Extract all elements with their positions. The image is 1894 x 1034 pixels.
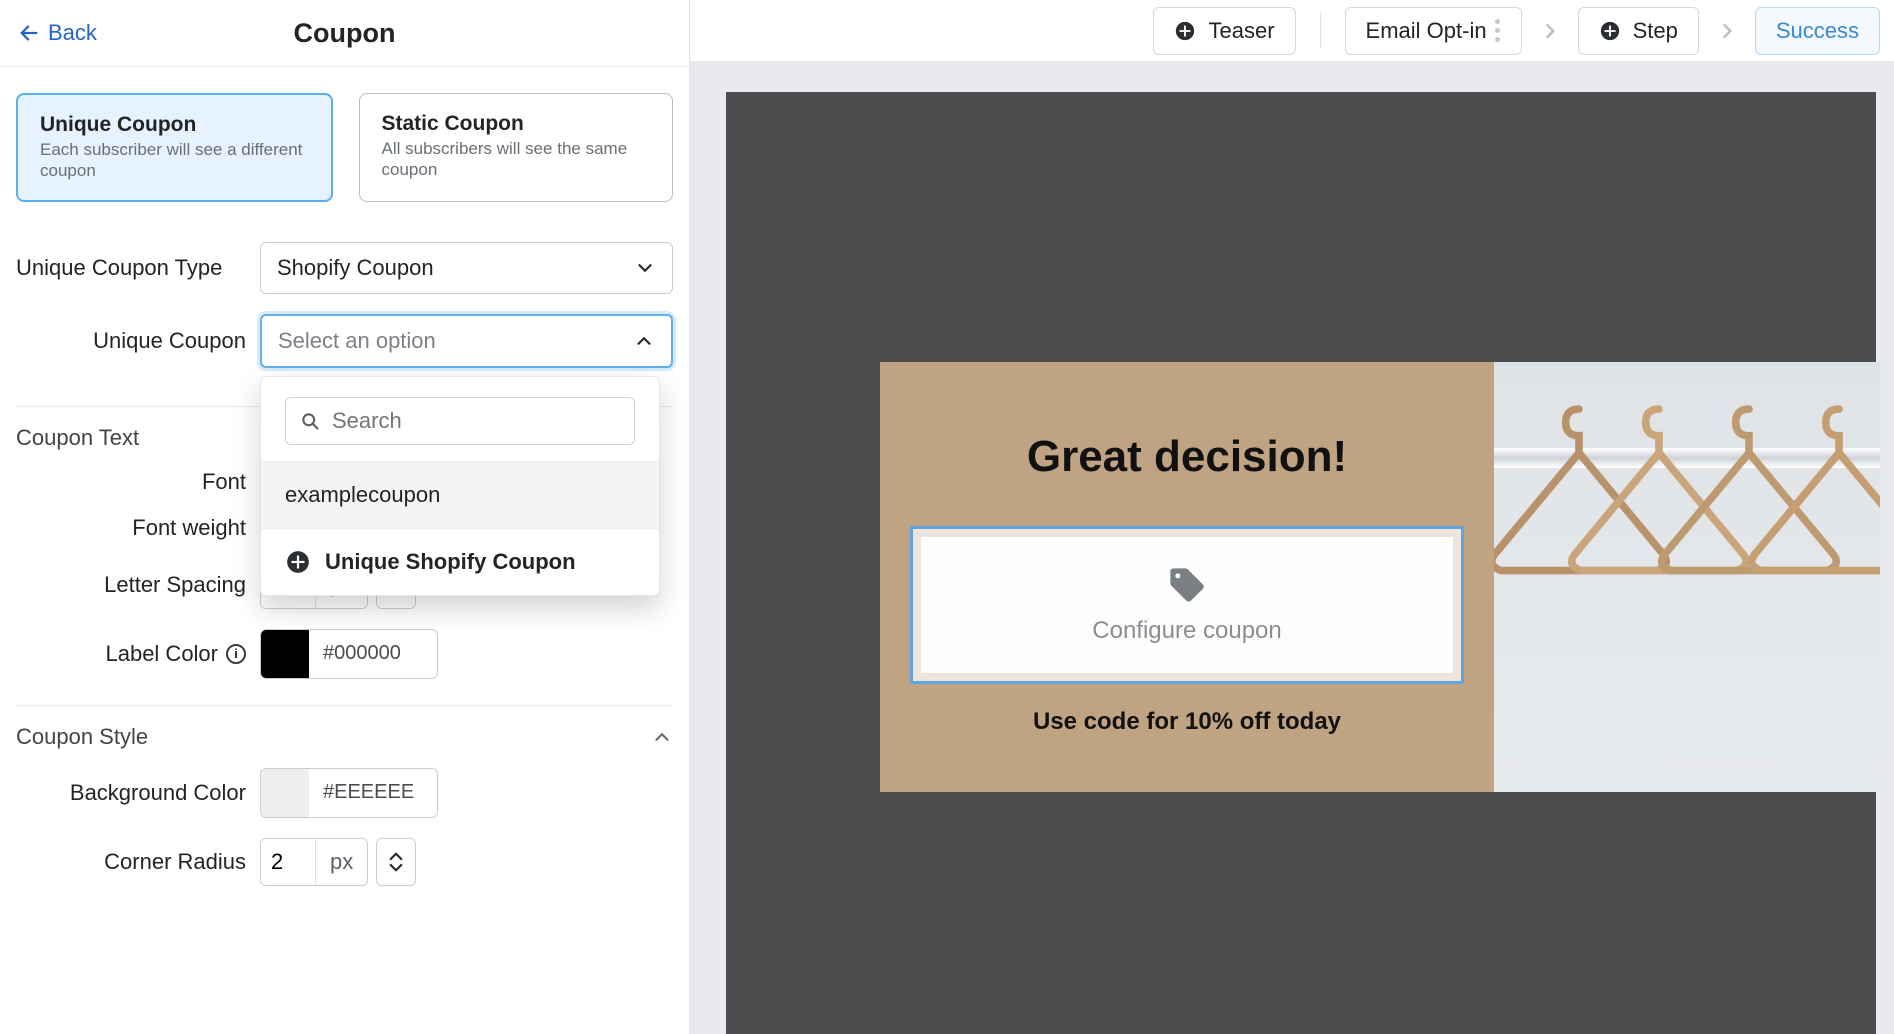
label-color-picker[interactable]: #000000 — [260, 629, 438, 679]
popup-card[interactable]: Great decision! Configure coupon Use cod… — [880, 362, 1494, 792]
plus-circle-icon — [285, 549, 311, 575]
corner-radius-unit: px — [315, 839, 367, 885]
popup-headline: Great decision! — [910, 432, 1464, 482]
dropdown-search[interactable] — [285, 397, 635, 445]
corner-radius-input[interactable] — [261, 839, 315, 885]
canvas-frame: Great decision! Configure coupon Use cod… — [726, 92, 1876, 1034]
step-add-label: Step — [1633, 18, 1678, 44]
step-success[interactable]: Success — [1755, 7, 1880, 55]
canvas-area: Great decision! Configure coupon Use cod… — [690, 62, 1894, 1034]
step-success-label: Success — [1776, 18, 1859, 44]
tag-icon — [1167, 565, 1207, 605]
label-unique-coupon-type: Unique Coupon Type — [16, 255, 260, 281]
label-letter-spacing: Letter Spacing — [16, 572, 260, 598]
label-bg-color: Background Color — [16, 780, 260, 806]
coupon-type-unique[interactable]: Unique Coupon Each subscriber will see a… — [16, 93, 333, 202]
kebab-icon[interactable] — [1495, 19, 1501, 42]
search-icon — [300, 410, 320, 432]
select-unique-coupon-placeholder: Select an option — [278, 328, 436, 354]
label-label-color: Label Color — [105, 641, 218, 667]
label-color-text: #000000 — [309, 642, 415, 665]
popup-subtext: Use code for 10% off today — [910, 708, 1464, 736]
popup-preview: Great decision! Configure coupon Use cod… — [880, 362, 1880, 792]
chevron-right-icon — [1540, 21, 1560, 41]
coupon-configure-text: Configure coupon — [1092, 617, 1281, 645]
coupon-type-unique-title: Unique Coupon — [40, 113, 309, 137]
settings-header: Back Coupon — [0, 0, 689, 67]
select-unique-coupon[interactable]: Select an option — [260, 314, 673, 368]
hanger-icon — [1744, 396, 1880, 616]
dropdown-add-unique-shopify-coupon[interactable]: Unique Shopify Coupon — [261, 528, 659, 595]
back-button[interactable]: Back — [8, 14, 107, 52]
label-corner-radius: Corner Radius — [16, 849, 260, 875]
row-bg-color: Background Color #EEEEEE — [16, 768, 673, 818]
arrow-left-icon — [18, 22, 40, 44]
coupon-type-selector: Unique Coupon Each subscriber will see a… — [16, 93, 673, 202]
chevron-up-icon — [651, 726, 673, 748]
dropdown-option-label: examplecoupon — [285, 482, 440, 508]
step-email-optin[interactable]: Email Opt-in — [1345, 7, 1522, 55]
row-corner-radius: Corner Radius px — [16, 838, 673, 886]
chevron-down-icon — [634, 257, 656, 279]
coupon-type-static-desc: All subscribers will see the same coupon — [382, 138, 651, 181]
coupon-type-static[interactable]: Static Coupon All subscribers will see t… — [359, 93, 674, 202]
dropdown-search-input[interactable] — [332, 408, 620, 434]
page-title: Coupon — [294, 18, 396, 49]
step-teaser-label: Teaser — [1208, 18, 1274, 44]
select-unique-coupon-type[interactable]: Shopify Coupon — [260, 242, 673, 294]
section-coupon-text-label: Coupon Text — [16, 425, 139, 451]
plus-circle-icon — [1599, 20, 1621, 42]
coupon-type-unique-desc: Each subscriber will see a different cou… — [40, 139, 309, 182]
divider — [1320, 13, 1321, 49]
unique-coupon-dropdown: examplecoupon Unique Shopify Coupon — [260, 376, 660, 596]
dropdown-option-examplecoupon[interactable]: examplecoupon — [261, 461, 659, 528]
bg-color-picker[interactable]: #EEEEEE — [260, 768, 438, 818]
row-unique-coupon-type: Unique Coupon Type Shopify Coupon — [16, 242, 673, 294]
label-unique-coupon: Unique Coupon — [16, 328, 260, 354]
coupon-type-static-title: Static Coupon — [382, 112, 651, 136]
chevron-up-icon — [633, 330, 655, 352]
settings-panel: Back Coupon Unique Coupon Each subscribe… — [0, 0, 690, 1034]
plus-circle-icon — [1174, 20, 1196, 42]
bg-color-text: #EEEEEE — [309, 781, 428, 804]
select-unique-coupon-type-value: Shopify Coupon — [277, 255, 434, 281]
bg-color-swatch — [261, 769, 309, 817]
info-icon[interactable]: i — [226, 644, 246, 664]
corner-radius-stepper[interactable] — [376, 838, 416, 886]
row-label-color: Label Color i #000000 — [16, 629, 673, 679]
row-unique-coupon: Unique Coupon Select an option — [16, 314, 673, 368]
step-bar: Teaser Email Opt-in Step Success — [690, 0, 1894, 62]
popup-image — [1494, 362, 1880, 792]
step-email-optin-label: Email Opt-in — [1366, 18, 1487, 44]
preview-panel: Teaser Email Opt-in Step Success Great — [690, 0, 1894, 1034]
corner-radius-input-group: px — [260, 838, 368, 886]
label-font: Font — [16, 469, 260, 495]
chevron-up-icon — [387, 850, 405, 862]
step-add[interactable]: Step — [1578, 7, 1699, 55]
label-color-swatch — [261, 630, 309, 678]
back-label: Back — [48, 20, 97, 46]
chevron-down-icon — [387, 862, 405, 874]
label-font-weight: Font weight — [16, 515, 260, 541]
step-teaser[interactable]: Teaser — [1153, 7, 1295, 55]
dropdown-add-label: Unique Shopify Coupon — [325, 549, 576, 575]
dropdown-search-wrap — [261, 377, 659, 461]
chevron-right-icon — [1717, 21, 1737, 41]
coupon-block[interactable]: Configure coupon — [910, 526, 1464, 684]
section-coupon-style[interactable]: Coupon Style — [16, 705, 673, 768]
section-coupon-style-label: Coupon Style — [16, 724, 148, 750]
